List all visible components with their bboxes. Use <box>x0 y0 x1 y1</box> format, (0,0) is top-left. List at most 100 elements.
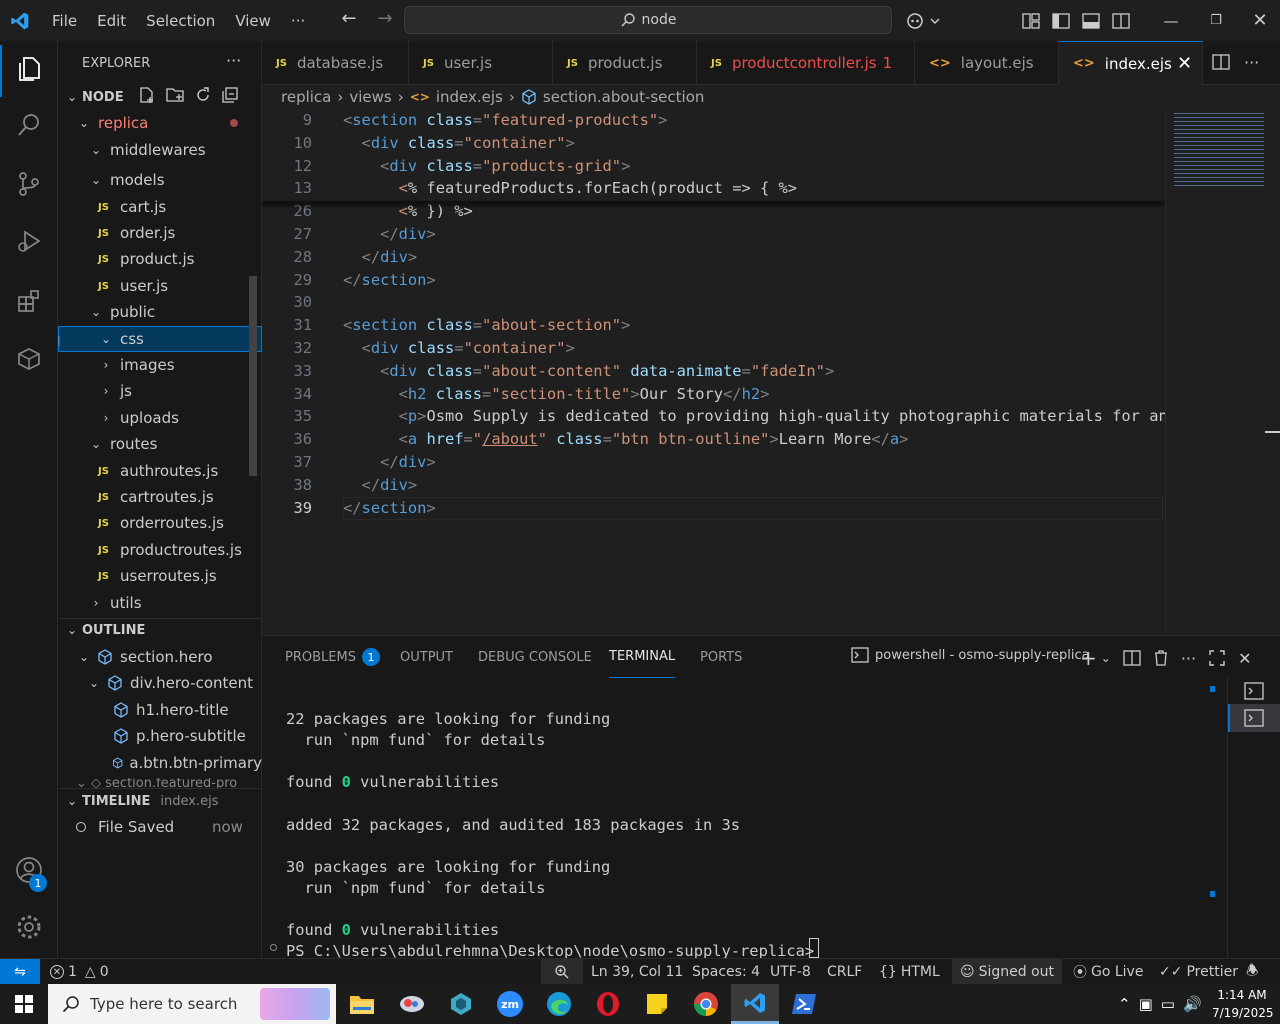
clock[interactable]: 1:14 AM 7/19/2025 <box>1212 986 1274 1022</box>
new-file-icon[interactable] <box>138 86 156 104</box>
tab-output[interactable]: OUTPUT <box>400 636 453 678</box>
indentation[interactable]: Spaces: 4 <box>692 959 760 985</box>
menu-item-more[interactable]: ··· <box>281 12 315 30</box>
toggle-primary-sidebar-icon[interactable] <box>1052 12 1070 29</box>
accounts-icon[interactable]: 1 <box>0 846 58 894</box>
tree-item-authroutes-js[interactable]: JS authroutes.js <box>58 458 262 484</box>
toggle-secondary-sidebar-icon[interactable] <box>1112 12 1130 29</box>
minimize-icon[interactable]: — <box>1150 12 1192 30</box>
tab-debug-console[interactable]: DEBUG CONSOLE <box>478 636 592 678</box>
taskbar-search-box[interactable]: Type here to search <box>48 984 336 1024</box>
new-folder-icon[interactable] <box>165 86 185 104</box>
outline-item-h1-hero-title[interactable]: h1.hero-title <box>58 697 262 723</box>
minimap[interactable] <box>1165 109 1280 633</box>
forward-arrow-icon[interactable]: → <box>370 8 400 29</box>
tree-item-product-js[interactable]: JS product.js <box>58 246 262 272</box>
outline-item-p-hero-subtitle[interactable]: p.hero-subtitle <box>58 723 262 749</box>
powershell-icon[interactable] <box>780 984 828 1024</box>
tree-item-orderroutes-js[interactable]: JS orderroutes.js <box>58 510 262 536</box>
panel-more-actions-icon[interactable]: ··· <box>1181 649 1196 668</box>
tab-layout-ejs[interactable]: <> layout.ejs <box>915 41 1059 85</box>
tab-product-js[interactable]: JS product.js <box>553 41 697 85</box>
tab-index-ejs[interactable]: <> index.ejs ✕ <box>1059 41 1203 85</box>
tab-terminal[interactable]: TERMINAL <box>609 636 676 678</box>
collapse-all-icon[interactable] <box>221 86 239 104</box>
breadcrumb-item[interactable]: views <box>349 88 391 106</box>
prettier-status[interactable]: ✓✓ Prettier <box>1159 959 1238 985</box>
timeline-header[interactable]: ⌄ TIMELINE index.ejs <box>58 788 262 814</box>
app-icon-cloud[interactable] <box>388 984 436 1024</box>
run-debug-icon[interactable] <box>0 217 58 265</box>
tree-item-css[interactable]: ⌄ css <box>58 326 262 352</box>
remote-explorer-icon[interactable] <box>0 335 58 383</box>
back-arrow-icon[interactable]: ← <box>334 8 364 29</box>
breadcrumb-item[interactable]: index.ejs <box>436 88 503 106</box>
settings-gear-icon[interactable] <box>0 903 58 951</box>
account-status[interactable]: ☺ Signed out <box>952 959 1063 985</box>
outline-item-div-hero-content[interactable]: ⌄ div.hero-content <box>58 670 262 696</box>
outline-header[interactable]: ⌄ OUTLINE <box>58 617 262 643</box>
maximize-panel-icon[interactable] <box>1208 649 1226 667</box>
tree-item-js[interactable]: › js <box>58 378 262 404</box>
network-icon[interactable]: ▣ <box>1139 995 1153 1013</box>
tree-item-utils[interactable]: › utils <box>58 590 262 616</box>
problems-status[interactable]: ✕ 1 △ 0 <box>50 959 109 985</box>
display-icon[interactable]: ▭ <box>1161 995 1175 1013</box>
menu-item-file[interactable]: File <box>42 12 87 30</box>
tab-database-js[interactable]: JS database.js <box>262 41 409 85</box>
refresh-icon[interactable] <box>194 86 212 104</box>
tree-item-userroutes-js[interactable]: JS userroutes.js <box>58 563 262 589</box>
toggle-panel-icon[interactable] <box>1082 12 1100 29</box>
tree-item-cart-js[interactable]: JS cart.js <box>58 194 262 220</box>
notifications-bell-icon[interactable]: 🕭 <box>1246 959 1259 985</box>
tab-user-js[interactable]: JS user.js <box>409 41 553 85</box>
terminal-selector[interactable]: powershell - osmo-supply-replica <box>851 647 1090 663</box>
outline-item-a-btn-btn-primary[interactable]: a.btn.btn-primary <box>58 750 262 776</box>
restore-icon[interactable]: ❐ <box>1192 13 1240 28</box>
source-control-icon[interactable] <box>0 160 58 208</box>
customize-layout-icon[interactable] <box>1022 12 1040 29</box>
tree-item-replica[interactable]: ⌄ replica <box>58 110 262 136</box>
command-center-search[interactable]: node <box>404 6 892 34</box>
windows-start-icon[interactable] <box>0 984 48 1024</box>
split-terminal-icon[interactable] <box>1123 649 1141 667</box>
breadcrumb-item[interactable]: replica <box>281 88 331 106</box>
breadcrumb-item[interactable]: section.about-section <box>543 88 705 106</box>
go-live-button[interactable]: ⦿ Go Live <box>1073 959 1143 985</box>
language-mode[interactable]: {} HTML <box>879 959 940 985</box>
trash-icon[interactable] <box>1153 649 1169 667</box>
copilot-icon[interactable] <box>905 0 941 41</box>
tree-item-order-js[interactable]: JS order.js <box>58 220 262 246</box>
chrome-browser-icon[interactable] <box>682 984 730 1024</box>
cursor-position[interactable]: Ln 39, Col 11 <box>591 959 683 985</box>
tree-item-cartroutes-js[interactable]: JS cartroutes.js <box>58 484 262 510</box>
tree-item-routes[interactable]: ⌄ routes <box>58 431 262 457</box>
menu-item-selection[interactable]: Selection <box>136 12 225 30</box>
tree-item-middlewares[interactable]: ⌄ middlewares <box>58 137 262 163</box>
menu-item-view[interactable]: View <box>225 12 281 30</box>
chevron-down-icon[interactable]: ⌄ <box>1101 651 1111 665</box>
tree-item-models[interactable]: ⌄ models <box>58 167 262 193</box>
extensions-icon[interactable] <box>0 277 58 325</box>
encoding[interactable]: UTF-8 <box>770 959 811 985</box>
file-explorer-icon[interactable] <box>338 984 386 1024</box>
terminal-icon[interactable] <box>1244 682 1264 704</box>
editor-more-actions-icon[interactable]: ··· <box>1244 53 1259 72</box>
chevron-up-icon[interactable]: ⌃ <box>1118 995 1131 1013</box>
explorer-icon[interactable] <box>0 45 58 93</box>
tree-item-uploads[interactable]: › uploads <box>58 405 262 431</box>
zoom-icon[interactable] <box>541 959 583 985</box>
timeline-item[interactable]: File Saved now <box>58 814 262 840</box>
vscode-taskbar-icon[interactable] <box>731 984 779 1024</box>
terminal-tab-active[interactable] <box>1228 704 1280 732</box>
remote-indicator[interactable]: ⇋ <box>0 959 40 985</box>
sticky-notes-icon[interactable] <box>633 984 681 1024</box>
outline-item-section-hero[interactable]: ⌄ section.hero <box>58 644 262 670</box>
tab-problems[interactable]: PROBLEMS 1 <box>285 636 380 678</box>
tree-item-user-js[interactable]: JS user.js <box>58 273 262 299</box>
tab-productcontroller-js[interactable]: JS productcontroller.js 1 <box>697 41 915 85</box>
volume-icon[interactable]: 🔊 <box>1183 995 1202 1013</box>
tree-item-public[interactable]: ⌄ public <box>58 299 262 325</box>
more-actions-icon[interactable]: ··· <box>226 51 241 70</box>
zoom-app-icon[interactable]: zm <box>486 984 534 1024</box>
